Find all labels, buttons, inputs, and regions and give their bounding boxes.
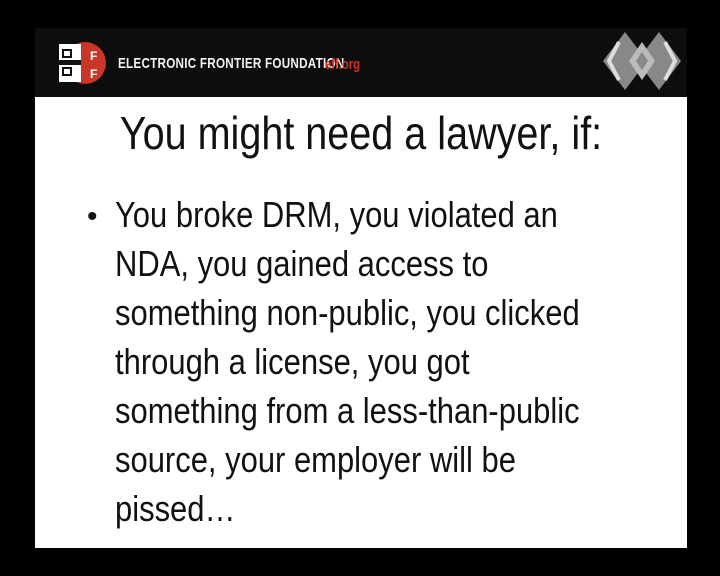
eff-logo-icon: F F — [59, 42, 106, 84]
bullet-item: You broke DRM, you violated an NDA, you … — [115, 194, 580, 529]
diamond-logo-icon — [603, 32, 681, 90]
organization-name: ELECTRONIC FRONTIER FOUNDATION — [118, 55, 345, 72]
slide-header: F F ELECTRONIC FRONTIER FOUNDATION eff.o… — [35, 28, 687, 97]
slide: F F ELECTRONIC FRONTIER FOUNDATION eff.o… — [35, 28, 687, 548]
slide-title: You might need a lawyer, if: — [119, 107, 603, 159]
bullet-icon: • — [87, 200, 98, 233]
svg-text:F: F — [90, 67, 97, 81]
svg-text:F: F — [90, 49, 97, 63]
organization-url: eff.org — [325, 56, 361, 73]
